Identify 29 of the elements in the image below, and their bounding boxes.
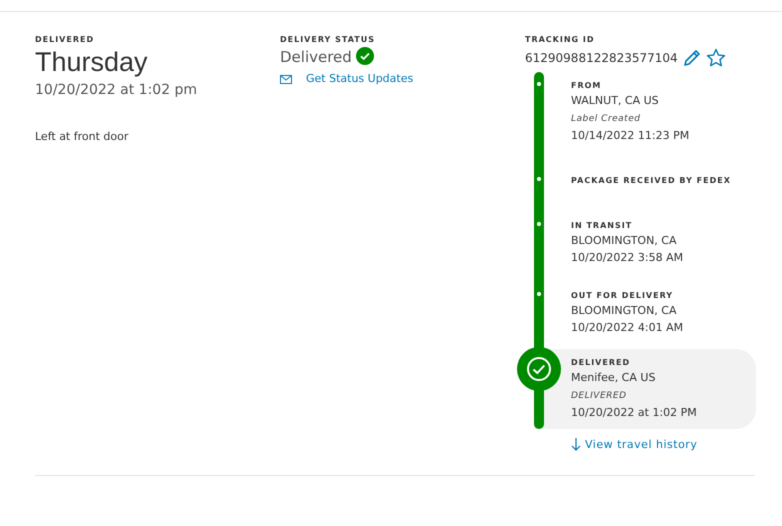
step-location: BLOOMINGTON, CA bbox=[571, 303, 678, 319]
section-label: TRACKING ID bbox=[525, 34, 596, 45]
step-title: DELIVERED bbox=[571, 357, 632, 369]
step-note: DELIVERED bbox=[571, 390, 628, 403]
step-note: Label Created bbox=[571, 113, 642, 126]
step-location: BLOOMINGTON, CA bbox=[571, 233, 678, 249]
delivery-datetime: 10/20/2022 at 1:02 pm bbox=[35, 81, 198, 100]
step-title: IN TRANSIT bbox=[571, 220, 634, 232]
travel-history-link[interactable]: View travel history bbox=[571, 436, 698, 453]
step-time: 10/14/2022 11:23 PM bbox=[571, 128, 690, 144]
step-title: PACKAGE RECEIVED BY FEDEX bbox=[571, 175, 731, 187]
tracking-id: 61290988122823577104 bbox=[525, 50, 678, 67]
step-title: FROM bbox=[571, 80, 602, 92]
step-time: 10/20/2022 3:58 AM bbox=[571, 250, 684, 266]
section-label: DELIVERED bbox=[35, 34, 96, 45]
step-time: 10/20/2022 at 1:02 PM bbox=[571, 404, 697, 420]
delivery-day: Thursday bbox=[35, 46, 280, 78]
pencil-icon[interactable] bbox=[682, 48, 702, 68]
star-icon[interactable] bbox=[706, 48, 726, 68]
status-updates-link[interactable]: Get Status Updates bbox=[280, 71, 525, 88]
down-arrow-icon bbox=[571, 438, 581, 452]
delivery-status: Delivered bbox=[280, 47, 352, 67]
step-location: Menifee, CA US bbox=[571, 370, 656, 386]
delivery-note: Left at front door bbox=[35, 129, 130, 145]
step-location: WALNUT, CA US bbox=[571, 93, 660, 109]
section-label: DELIVERY STATUS bbox=[280, 34, 376, 45]
step-title: OUT FOR DELIVERY bbox=[571, 290, 674, 302]
envelope-icon bbox=[280, 74, 292, 84]
step-time: 10/20/2022 4:01 AM bbox=[571, 320, 684, 336]
